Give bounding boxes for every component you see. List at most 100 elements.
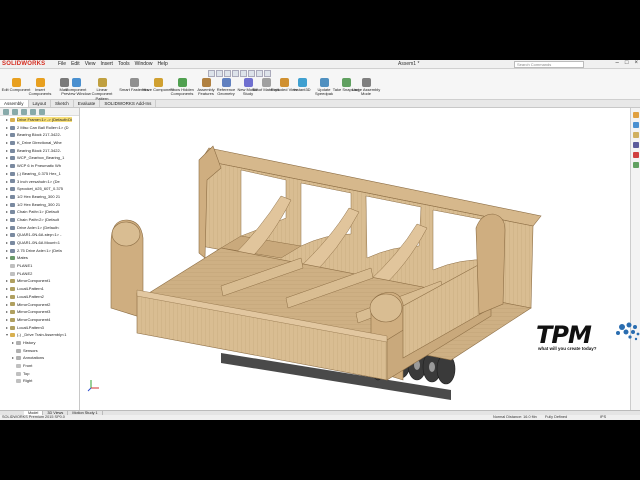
open-icon[interactable] — [216, 70, 223, 77]
component-icon — [10, 287, 15, 292]
tree-item[interactable]: Front — [0, 362, 79, 370]
tree-item[interactable]: PLANE1 — [0, 262, 79, 270]
tab-solidworks-add-ins[interactable]: SOLIDWORKS Add-Ins — [100, 100, 157, 107]
tree-item[interactable]: Sensors — [0, 347, 79, 355]
options-icon[interactable] — [264, 70, 271, 77]
tree-item[interactable]: ▸ Drive Axle<1> (Default< — [0, 224, 79, 232]
tpm-logo: TPM — [536, 321, 592, 349]
component-icon — [10, 325, 15, 330]
feature-manager-icon[interactable] — [3, 109, 9, 115]
status-bar: SOLIDWORKS Premium 2015 SP0.0 Normal Dis… — [0, 415, 640, 420]
tree-item[interactable]: ▸ 2 Misc Can Ball Roller<1> (D — [0, 124, 79, 132]
tree-item[interactable]: ▸ QUAR1-0N-6A.step<1> - — [0, 231, 79, 239]
configuration-manager-icon[interactable] — [21, 109, 27, 115]
resources-icon[interactable] — [632, 112, 639, 118]
tree-item[interactable]: ▸ Bearing Block 217-3422- — [0, 131, 79, 139]
appearances-icon[interactable] — [632, 152, 639, 158]
drive-frame-body[interactable] — [110, 145, 542, 381]
tree-item[interactable]: Right — [0, 377, 79, 385]
tree-item[interactable]: ▸ 3 inch versahub<1> (De — [0, 178, 79, 186]
tree-item[interactable]: ▸ 1/2 Hex Bearing_300 21 — [0, 193, 79, 201]
solidworks-logo[interactable]: SOLIDWORKS — [2, 61, 45, 67]
tree-item-label: WCP_Gearbox_Bearing_1 — [17, 155, 65, 161]
tree-item[interactable]: ▸ Chain Path<1> (Default — [0, 208, 79, 216]
maximize-icon[interactable]: □ — [625, 60, 629, 66]
ribbon-button-label: Large Assembly Mode — [351, 87, 381, 97]
tree-item-label: Chain Path<1> (Default — [17, 209, 59, 215]
tree-item[interactable]: ▸ MirrorComponent4 — [0, 316, 79, 324]
menu-edit[interactable]: Edit — [71, 61, 80, 67]
search-input[interactable]: Search Commands — [514, 61, 584, 68]
tree-item[interactable]: ▸ K_Drive Directional_Whe — [0, 139, 79, 147]
tree-item[interactable]: ▸ MirrorComponent1 — [0, 277, 79, 285]
save-icon[interactable] — [224, 70, 231, 77]
tree-item[interactable]: ▸ 1/2 Hex Bearing_300 21 — [0, 201, 79, 209]
menu-view[interactable]: View — [85, 61, 96, 67]
tree-item[interactable]: ▸ LocalLPattern3 — [0, 324, 79, 332]
menu-tools[interactable]: Tools — [118, 61, 130, 67]
tree-item[interactable]: ▸ Annotations — [0, 354, 79, 362]
instant3d-icon — [297, 78, 307, 87]
tree-item[interactable]: ▸ Drive Frame<1> -> (Default<Di — [0, 116, 79, 124]
tree-item[interactable]: ▸ LocalLPattern1 — [0, 285, 79, 293]
file-explorer-icon[interactable] — [632, 132, 639, 138]
new-icon[interactable] — [208, 70, 215, 77]
rebuild-icon[interactable] — [256, 70, 263, 77]
select-icon[interactable] — [248, 70, 255, 77]
tree-item[interactable]: ▸ LocalLPattern2 — [0, 293, 79, 301]
tree-item[interactable]: Top — [0, 370, 79, 378]
component-icon — [10, 210, 15, 215]
edit-component-icon — [11, 78, 21, 87]
tab-assembly[interactable]: Assembly — [0, 100, 29, 107]
tree-item[interactable]: ▸ WCP 6 in Pneumatic Wh — [0, 162, 79, 170]
display-manager-icon[interactable] — [39, 109, 45, 115]
menu-window[interactable]: Window — [135, 61, 153, 67]
tree-item[interactable]: ▸ Sprocket_#25_60T_0.375 — [0, 185, 79, 193]
component-icon — [10, 225, 15, 230]
tree-item[interactable]: ▸ (-) Bearing_0.375 Hex_1 — [0, 170, 79, 178]
tree-item[interactable]: ▸ Chain Path<2> (Default — [0, 216, 79, 224]
property-manager-icon[interactable] — [12, 109, 18, 115]
graphics-area[interactable] — [81, 108, 630, 410]
tree-item[interactable]: ▸ MirrorComponent2 — [0, 301, 79, 309]
menu-file[interactable]: File — [58, 61, 66, 67]
tab-sketch[interactable]: Sketch — [51, 100, 74, 107]
tree-item[interactable]: ▸ QUAR1-0N-6A Mount<1 — [0, 239, 79, 247]
component-icon — [10, 133, 15, 138]
tree-item[interactable]: ▾ (-) _Drive Train Assembly<1 — [0, 331, 79, 339]
tree-item-label: LocalLPattern2 — [17, 293, 44, 299]
print-icon[interactable] — [232, 70, 239, 77]
cart-assembly-model[interactable] — [81, 108, 630, 410]
tree-item[interactable]: ▸ MirrorComponent3 — [0, 308, 79, 316]
dimxpert-icon[interactable] — [30, 109, 36, 115]
component-icon — [10, 279, 15, 284]
tree-item[interactable]: ▸ Bearing Block 217-3422- — [0, 147, 79, 155]
component-icon — [10, 164, 15, 169]
menu-insert[interactable]: Insert — [100, 61, 113, 67]
minimize-icon[interactable]: – — [616, 60, 619, 66]
tree-item[interactable]: ▸ WCP_Gearbox_Bearing_1 — [0, 154, 79, 162]
tree-items: ▸ Drive Frame<1> -> (Default<Di ▸ 2 Misc Ca… — [0, 116, 79, 385]
reference-geometry-icon — [221, 78, 231, 87]
component-icon — [10, 264, 15, 268]
tree-item[interactable]: ▸ History — [0, 339, 79, 347]
tree-item[interactable]: ▸ Mates — [0, 254, 79, 262]
tree-item[interactable]: PLANE2 — [0, 270, 79, 278]
linear-component-pattern-icon — [97, 78, 107, 87]
command-manager-ribbon: Edit Component Insert Components Mate Compo… — [0, 69, 640, 100]
tab-evaluate[interactable]: Evaluate — [74, 100, 101, 107]
component-icon — [10, 187, 15, 192]
tree-item-label: MirrorComponent2 — [17, 301, 51, 307]
tab-layout[interactable]: Layout — [29, 100, 52, 107]
units-selector[interactable]: IPS — [600, 415, 606, 420]
menu-help[interactable]: Help — [157, 61, 167, 67]
custom-properties-icon[interactable] — [632, 162, 639, 168]
tree-item[interactable]: ▸ 2.75 Drive Axle<1> (Defa — [0, 247, 79, 255]
undo-icon[interactable] — [240, 70, 247, 77]
view-palette-icon[interactable] — [632, 142, 639, 148]
close-icon[interactable]: × — [634, 60, 638, 66]
status-definition: Fully Defined — [545, 415, 568, 419]
component-icon — [10, 117, 15, 122]
component-icon — [16, 379, 21, 384]
design-library-icon[interactable] — [632, 122, 639, 128]
